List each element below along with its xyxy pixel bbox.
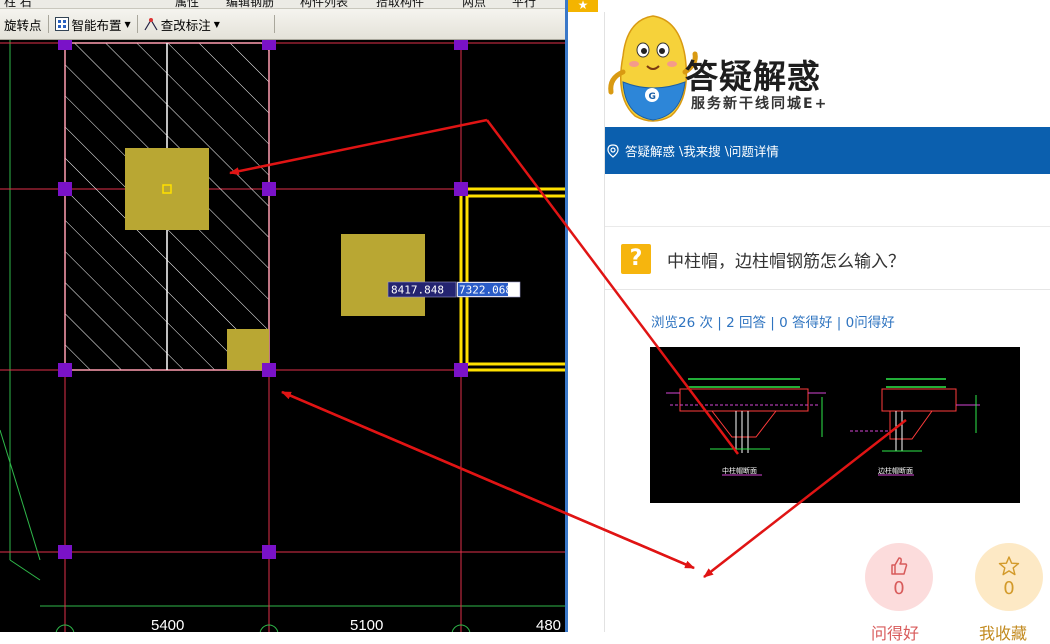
breadcrumb-separator: \	[675, 143, 684, 158]
toolbar-divider	[136, 15, 138, 33]
location-pin-icon	[607, 143, 619, 158]
web-side-gutter	[568, 12, 605, 632]
breadcrumb-item-search[interactable]: 我来搜	[683, 141, 721, 160]
coordinate-y-value: 7322.068	[459, 284, 512, 297]
chevron-down-icon: ▼	[213, 19, 220, 29]
column	[341, 234, 425, 316]
cad-canvas[interactable]: 8417.848 7322.068 5400 5100 480 1 2 3	[0, 40, 565, 632]
like-button[interactable]: 0	[865, 543, 933, 611]
svg-text:G: G	[649, 92, 656, 102]
toolbar-fragment[interactable]: 柱 石	[4, 0, 32, 8]
dimension-label: 5400	[151, 617, 184, 632]
check-annotation-button[interactable]: 查改标注 ▼	[140, 12, 224, 36]
cad-top-toolbar-strip: 柱 石 属性 编辑钢筋 构件列表 拾取构件 两点 平行	[0, 0, 565, 9]
dimension-label: 480	[536, 617, 561, 632]
web-page-pane: ★ G 答疑解惑 服务新干线同城E+ 答疑解惑 \ 我来搜 \ 问题详情 ? 中…	[565, 0, 1050, 643]
toolbar-fragment[interactable]: 拾取构件	[376, 0, 424, 8]
toolbar-fragment[interactable]: 构件列表	[300, 0, 348, 8]
chevron-down-icon: ▼	[124, 19, 131, 29]
cad-toolbar: 旋转点 智能布置 ▼ 查改标注 ▼	[0, 9, 565, 40]
question-header: ? 中柱帽，边柱帽钢筋怎么输入？	[605, 227, 1050, 290]
star-icon[interactable]: ★	[568, 0, 598, 12]
brand-slogan: 服务新干线同城E+	[691, 96, 829, 112]
cad-drawing-pane[interactable]: 柱 石 属性 编辑钢筋 构件列表 拾取构件 两点 平行 旋转点 智能布置 ▼ 查…	[0, 0, 565, 632]
coordinate-input-x[interactable]: 8417.848	[387, 281, 457, 298]
question-card: ? 中柱帽，边柱帽钢筋怎么输入？ 浏览26 次 | 2 回答 | 0 答得好 |…	[605, 226, 1050, 643]
smart-layout-button[interactable]: 智能布置 ▼	[51, 12, 135, 36]
toolbar-fragment[interactable]: 两点	[462, 0, 486, 8]
toolbar-fragment[interactable]: 编辑钢筋	[226, 0, 274, 8]
dimension-label: 5100	[350, 617, 383, 632]
dimension-edit-icon	[144, 18, 158, 31]
toolbar-fragment[interactable]: 平行	[512, 0, 536, 8]
image-caption: 边柱帽断面	[878, 466, 913, 475]
breadcrumb: 答疑解惑 \ 我来搜 \ 问题详情	[605, 127, 1050, 174]
toolbar-fragment[interactable]: 属性	[175, 0, 199, 8]
coordinate-input-y[interactable]: 7322.068	[456, 281, 521, 298]
brand-header: G 答疑解惑 服务新干线同城E+	[605, 12, 1050, 127]
smart-layout-icon	[54, 17, 69, 31]
breadcrumb-item-qa[interactable]: 答疑解惑	[625, 141, 675, 160]
smart-layout-label: 智能布置	[71, 17, 122, 33]
favorite-label: 我收藏	[979, 624, 1028, 643]
like-label: 问得好	[871, 624, 920, 643]
question-stats: 浏览26 次 | 2 回答 | 0 答得好 | 0问得好	[651, 315, 895, 331]
check-annotation-label: 查改标注	[160, 17, 211, 33]
breadcrumb-item-detail: 问题详情	[728, 144, 779, 159]
thumbs-up-icon	[891, 556, 908, 575]
rotate-point-label: 旋转点	[4, 17, 42, 33]
favorite-count: 0	[1003, 577, 1015, 599]
toolbar-grip[interactable]	[273, 15, 275, 33]
image-caption: 中柱帽断面	[722, 466, 757, 475]
question-title: 中柱帽，边柱帽钢筋怎么输入？	[667, 252, 905, 272]
favorite-button[interactable]: 0	[975, 543, 1043, 611]
like-count: 0	[893, 577, 905, 599]
breadcrumb-separator: \	[720, 143, 729, 158]
question-mark-icon: ?	[621, 244, 651, 274]
yellow-beams[interactable]	[459, 187, 565, 372]
column	[125, 148, 209, 230]
rotate-point-button[interactable]: 旋转点	[0, 12, 46, 36]
brand-title: 答疑解惑	[685, 57, 821, 96]
coordinate-x-value: 8417.848	[391, 284, 444, 297]
question-image[interactable]: 中柱帽断面 边柱帽断面	[650, 347, 1020, 503]
star-outline-icon	[998, 555, 1020, 575]
toolbar-divider	[47, 15, 49, 33]
